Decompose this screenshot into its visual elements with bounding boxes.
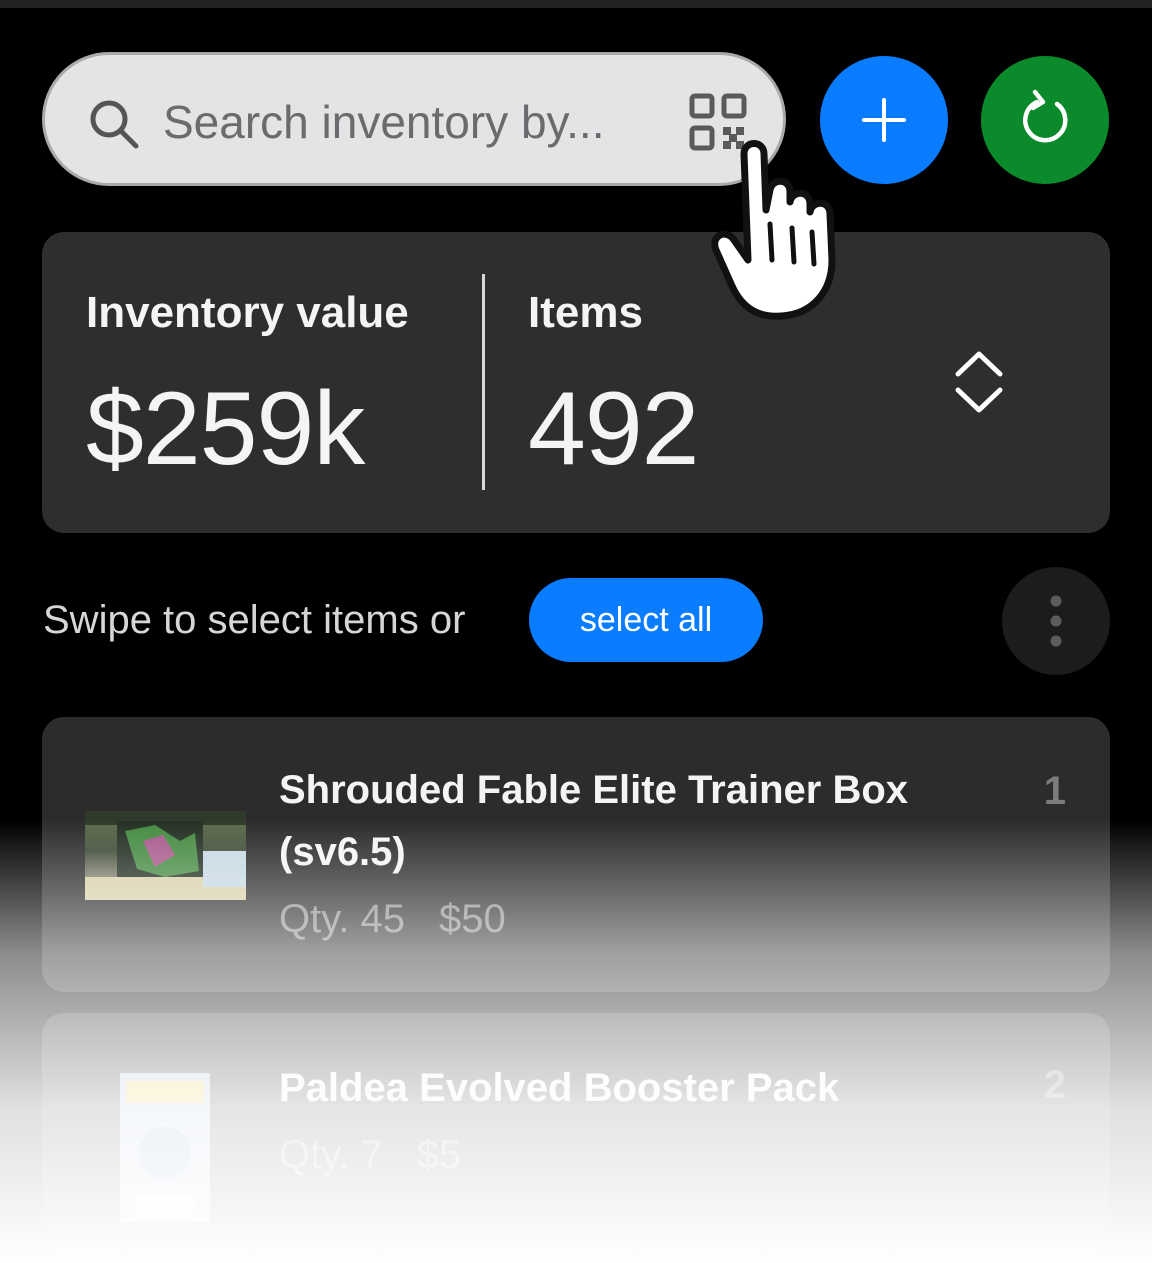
search-input[interactable]	[163, 83, 643, 161]
refresh-icon	[1023, 89, 1068, 143]
inventory-list-item[interactable]: Shrouded Fable Elite Trainer Box (sv6.5)…	[42, 717, 1110, 992]
inventory-list-item[interactable]: Paldea Evolved Booster Pack Qty. 7 $5 2	[42, 1013, 1110, 1253]
inventory-value: $259k	[86, 371, 365, 487]
top-edge	[0, 0, 1152, 8]
search-bar[interactable]	[42, 52, 786, 186]
select-hint: Swipe to select items or	[43, 598, 466, 642]
item-thumbnail	[120, 1073, 210, 1223]
hand-pointer-icon	[711, 140, 836, 320]
item-rank: 2	[1043, 1063, 1066, 1107]
inventory-value-label: Inventory value	[86, 288, 409, 337]
chevron-up-down-icon[interactable]	[950, 350, 1008, 414]
more-vertical-icon	[1050, 595, 1062, 647]
inventory-stats-card: Inventory value $259k Items 492	[42, 232, 1110, 533]
more-options-button[interactable]	[1002, 567, 1110, 675]
item-title: Paldea Evolved Booster Pack	[279, 1066, 840, 1110]
item-quantity: Qty. 45	[279, 897, 405, 941]
item-details: Qty. 45 $50	[279, 897, 540, 942]
item-price: $50	[438, 897, 506, 941]
search-icon	[90, 100, 139, 149]
item-title: Shrouded Fable Elite Trainer Box (sv6.5)	[279, 768, 909, 874]
items-label: Items	[528, 288, 643, 337]
select-all-button[interactable]: select all	[529, 578, 763, 662]
refresh-button[interactable]	[981, 56, 1109, 184]
stats-divider	[482, 274, 485, 490]
item-thumbnail	[85, 811, 246, 900]
item-quantity: Qty. 7	[279, 1133, 383, 1177]
items-count: 492	[528, 371, 700, 487]
item-rank: 1	[1043, 769, 1066, 813]
item-details: Qty. 7 $5	[279, 1133, 495, 1178]
item-price: $5	[416, 1133, 462, 1177]
